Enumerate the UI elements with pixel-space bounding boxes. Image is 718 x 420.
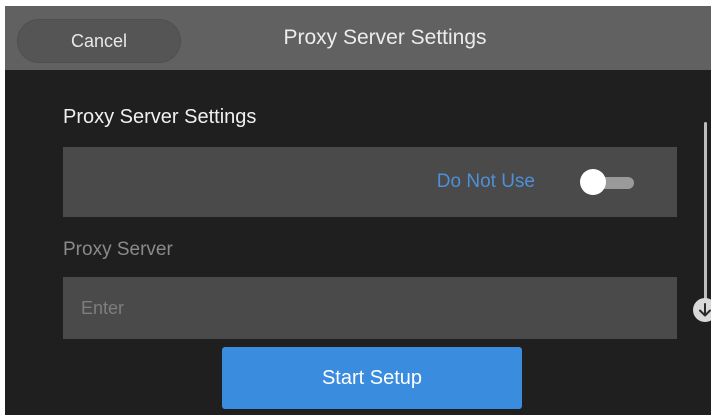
header-bar: Cancel Proxy Server Settings bbox=[5, 6, 711, 70]
proxy-server-input[interactable] bbox=[63, 277, 677, 339]
arrow-down-glyph bbox=[699, 303, 711, 317]
proxy-server-label: Proxy Server bbox=[63, 239, 173, 260]
start-setup-button[interactable]: Start Setup bbox=[222, 347, 522, 409]
toggle-knob bbox=[580, 169, 606, 195]
proxy-usage-label: Do Not Use bbox=[436, 171, 535, 192]
proxy-settings-screen: Cancel Proxy Server Settings Proxy Serve… bbox=[5, 6, 711, 415]
proxy-usage-row[interactable]: Do Not Use bbox=[63, 147, 677, 217]
scrollbar[interactable] bbox=[704, 122, 707, 318]
arrow-down-circle-icon[interactable] bbox=[693, 298, 711, 322]
section-title: Proxy Server Settings bbox=[63, 106, 257, 128]
cancel-button[interactable]: Cancel bbox=[17, 19, 181, 63]
proxy-usage-toggle[interactable] bbox=[580, 169, 638, 195]
page-title: Proxy Server Settings bbox=[283, 26, 487, 49]
